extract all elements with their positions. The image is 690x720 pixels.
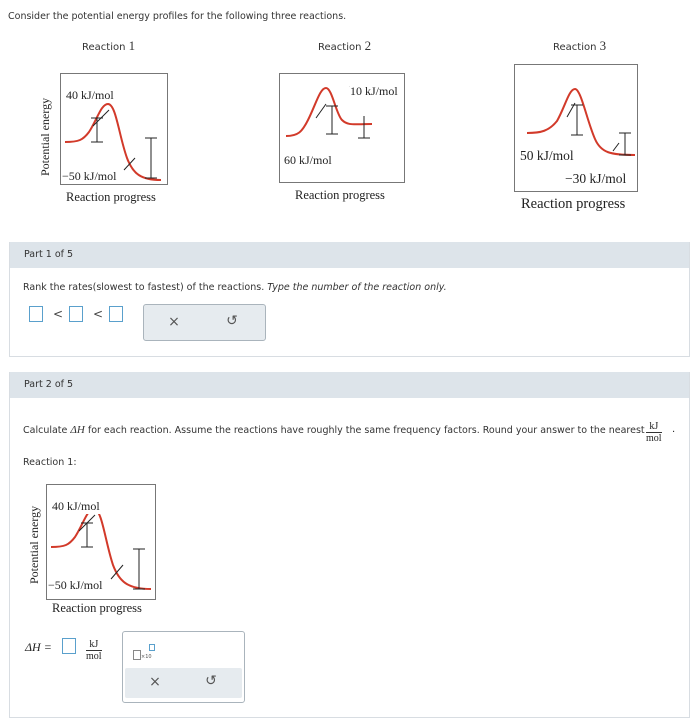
part-2-period: . [672, 424, 676, 435]
reaction-3-title: Reaction 3 [553, 38, 607, 53]
part-1-header: Part 1 of 5 [10, 242, 689, 268]
part-2-y-axis-label: Potential energy [27, 505, 41, 584]
reaction-3-delta-label: −30 kJ/mol [565, 171, 627, 187]
part-2-delta-label: −50 kJ/mol [48, 578, 103, 593]
part-1-panel: Part 1 of 5 [9, 242, 690, 357]
reaction-1-subheading: Reaction 1: [23, 457, 77, 468]
part-2-question: Calculate ΔH for each reaction. Assume t… [23, 424, 645, 436]
delta-h-label: ΔH = [25, 640, 52, 654]
part-2-activation-label: 40 kJ/mol [52, 499, 100, 514]
reaction-2-delta-label: 60 kJ/mol [284, 153, 332, 168]
rank-answer-box-1[interactable] [29, 306, 43, 322]
less-than-sign-2: < [93, 307, 104, 321]
less-than-sign-1: < [53, 307, 64, 321]
reaction-2-activation-label: 10 kJ/mol [350, 84, 398, 99]
clear-icon[interactable]: × [145, 674, 165, 690]
reaction-2-x-axis-label: Reaction progress [295, 188, 385, 203]
part-2-unit-fraction: kJ mol [646, 421, 662, 444]
part-2-answer-toolbar: ×10 × ↺ [122, 631, 245, 703]
rank-answer-box-2[interactable] [69, 306, 83, 322]
part-2-x-axis-label: Reaction progress [52, 601, 142, 616]
delta-h-unit-fraction: kJ mol [86, 639, 102, 662]
clear-icon[interactable]: × [164, 314, 184, 330]
delta-h-answer-box[interactable] [62, 638, 76, 654]
part-1-question: Rank the rates(slowest to fastest) of th… [23, 282, 447, 293]
reaction-1-delta-label: −50 kJ/mol [62, 169, 117, 184]
reaction-1-activation-label: 40 kJ/mol [66, 88, 114, 103]
intro-text: Consider the potential energy profiles f… [8, 11, 347, 22]
part-1-answer-toolbar: × ↺ [143, 304, 266, 341]
reaction-3-x-axis-label: Reaction progress [521, 196, 626, 213]
part-2-header: Part 2 of 5 [10, 372, 689, 398]
rank-answer-box-3[interactable] [109, 306, 123, 322]
reaction-1-y-axis-label: Potential energy [38, 97, 52, 176]
reaction-2-title: Reaction 2 [318, 38, 372, 53]
reaction-1-x-axis-label: Reaction progress [66, 190, 156, 205]
reaction-3-activation-label: 50 kJ/mol [520, 148, 574, 164]
scientific-notation-button[interactable]: ×10 [133, 644, 157, 664]
undo-icon[interactable]: ↺ [201, 673, 221, 689]
undo-icon[interactable]: ↺ [222, 313, 242, 329]
reaction-1-title: Reaction 1 [82, 38, 136, 53]
